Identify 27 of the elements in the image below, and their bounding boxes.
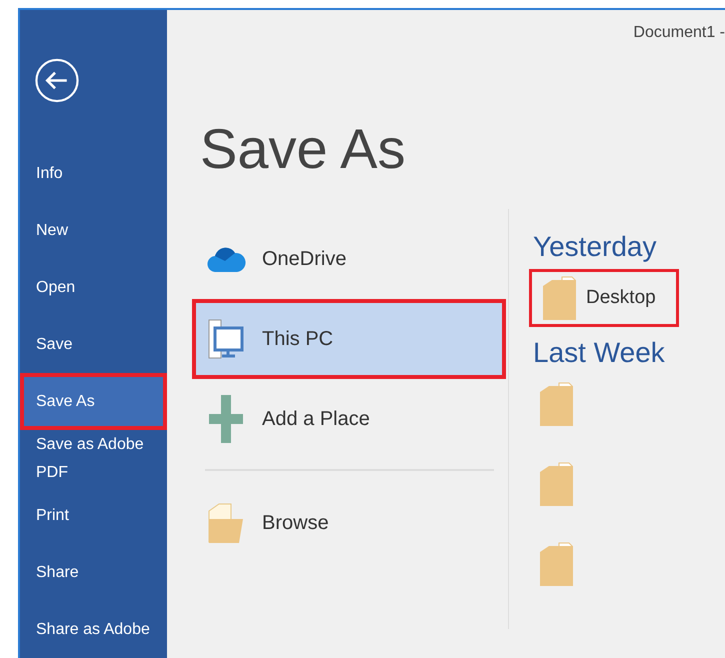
sidebar-item[interactable]: Save — [20, 316, 167, 373]
folder-icon — [206, 503, 246, 543]
place-item[interactable]: This PC — [192, 299, 506, 379]
plus-icon — [206, 395, 246, 443]
window-title: Document1 - — [633, 24, 725, 43]
place-item[interactable]: Add a Place — [192, 379, 506, 459]
group-heading: Last Week — [533, 337, 666, 369]
folder-item[interactable]: Desktop — [529, 269, 679, 327]
sidebar-item[interactable]: Save as Adobe PDF — [20, 430, 167, 487]
sidebar-item[interactable]: Open — [20, 259, 167, 316]
sidebar-item[interactable]: Share as Adobe — [20, 601, 167, 658]
back-icon[interactable] — [34, 58, 80, 103]
cloud-icon — [206, 246, 246, 272]
folder-icon — [539, 462, 573, 506]
folder-icon — [542, 276, 576, 320]
place-item[interactable]: Browse — [192, 483, 506, 563]
sidebar-item[interactable]: New — [20, 202, 167, 259]
sidebar-item[interactable]: Info — [20, 145, 167, 202]
sidebar-item[interactable]: Print — [20, 487, 167, 544]
sidebar-item[interactable]: Share — [20, 544, 167, 601]
computer-icon — [206, 319, 246, 359]
sidebar-item[interactable]: Save As — [20, 373, 167, 430]
group-heading: Yesterday — [533, 231, 658, 263]
page-heading: Save As — [200, 116, 406, 181]
folder-icon — [539, 542, 573, 586]
place-item[interactable]: OneDrive — [192, 219, 506, 299]
folder-icon — [539, 382, 573, 426]
